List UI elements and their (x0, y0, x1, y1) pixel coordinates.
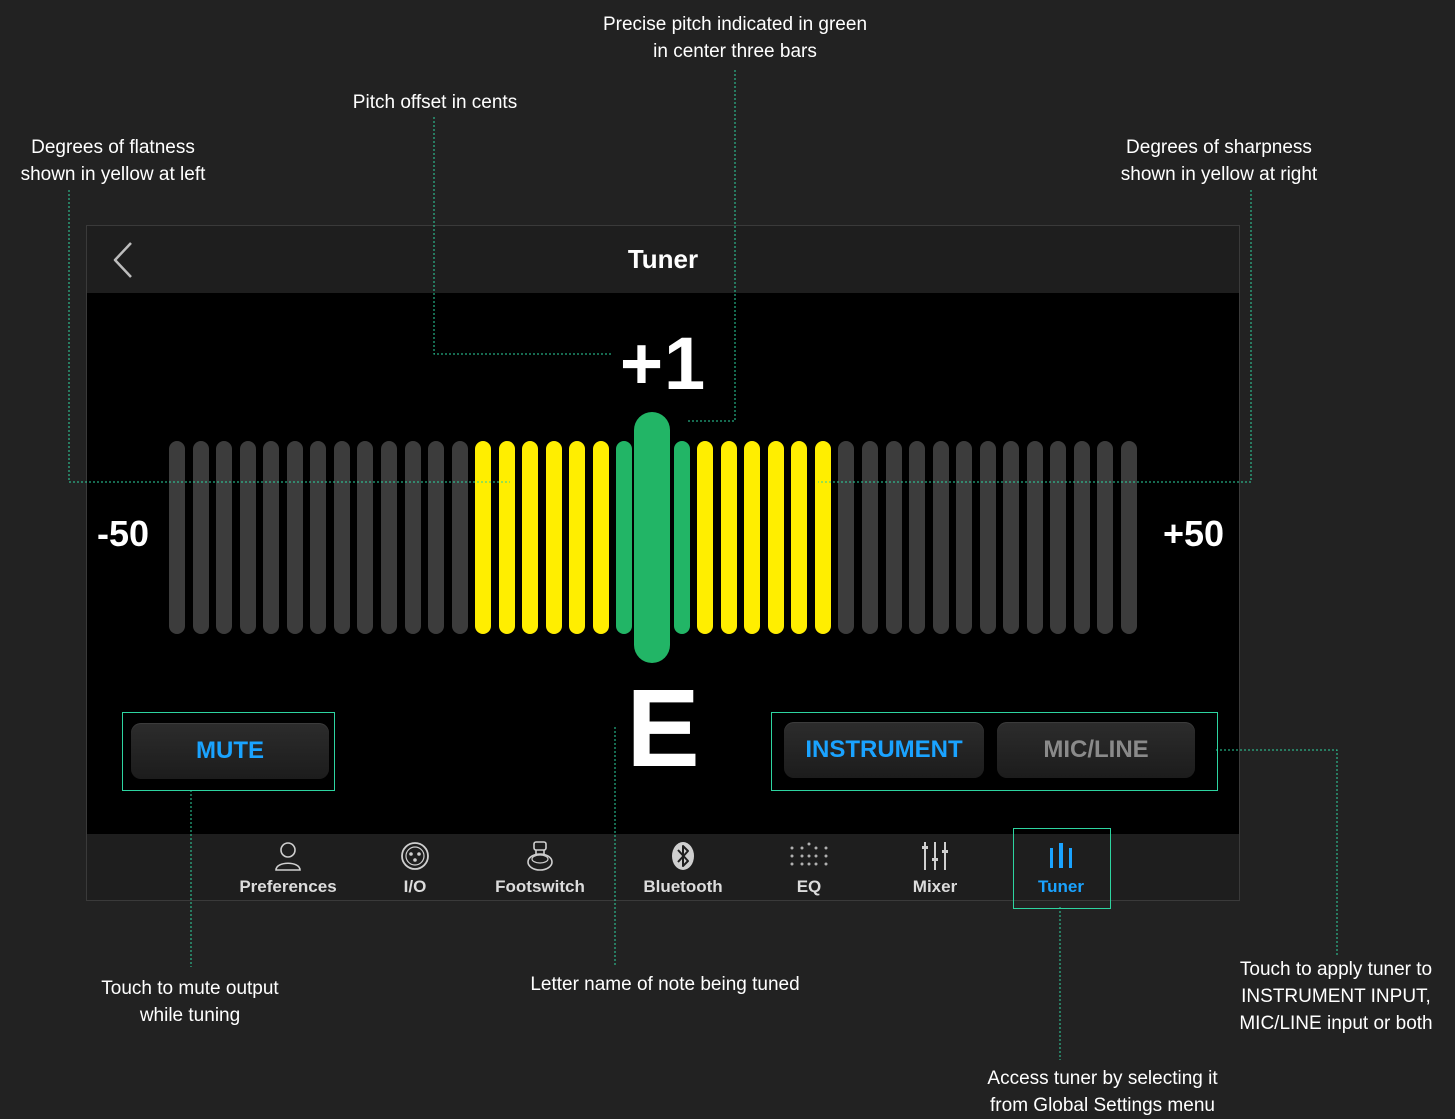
annotation-line: in center three bars (653, 41, 817, 62)
annotation-pitch-offset: Pitch offset in cents (330, 89, 540, 116)
meter-bar (838, 441, 855, 634)
tab-io[interactable]: I/O (375, 834, 455, 900)
meter-bar (885, 441, 902, 634)
note-name: E (626, 667, 700, 790)
mixer-sliders-icon (895, 840, 975, 872)
annotation-line: while tuning (139, 1005, 241, 1026)
annotation-sharpness: Degrees of sharpness shown in yellow at … (1100, 134, 1338, 188)
annotation-line: shown in yellow at left (20, 164, 206, 185)
annotation-flatness: Degrees of flatness shown in yellow at l… (0, 134, 226, 188)
tab-bluetooth[interactable]: Bluetooth (633, 834, 733, 900)
meter-bar (956, 441, 973, 634)
meter-bar-yellow (720, 441, 737, 634)
meter-bar (1026, 441, 1043, 634)
meter-bar (286, 441, 303, 634)
annotation-line: Pitch offset in cents (352, 92, 518, 113)
meter-bar (404, 441, 421, 634)
annotation-line: MIC/LINE input or both (1239, 1013, 1433, 1034)
meter-bar-green (616, 441, 633, 634)
annotation-note-name: Letter name of note being tuned (505, 971, 825, 998)
tab-footswitch[interactable]: Footswitch (489, 834, 591, 900)
tab-eq[interactable]: EQ (769, 834, 849, 900)
meter-bar (239, 441, 256, 634)
meter-bar-yellow (697, 441, 714, 634)
tab-label: Footswitch (495, 877, 585, 896)
meter-bar (310, 441, 327, 634)
annotation-input-select: Touch to apply tuner to INSTRUMENT INPUT… (1218, 956, 1454, 1037)
tab-label: Preferences (239, 877, 337, 896)
annotation-line: Access tuner by selecting it (987, 1068, 1218, 1089)
meter-bar (428, 441, 445, 634)
meter-bar (861, 441, 878, 634)
meter-bar (357, 441, 374, 634)
annotation-line: Touch to mute output (101, 978, 279, 999)
meter-bar (169, 441, 185, 634)
bluetooth-icon (633, 840, 733, 872)
meter-bar-yellow (569, 441, 586, 634)
xlr-connector-icon (375, 840, 455, 872)
meter-bar-green (673, 441, 690, 634)
meter-bar-yellow (498, 441, 515, 634)
annotation-line: Precise pitch indicated in green (602, 14, 868, 35)
meter-bar (1003, 441, 1020, 634)
tab-label: Bluetooth (643, 877, 723, 896)
tuner-screen: Tuner +1 -50 +50 E MUTE INSTRUMENT MIC/L… (87, 226, 1239, 900)
meter-bar (192, 441, 209, 634)
annotation-access: Access tuner by selecting it from Global… (955, 1065, 1250, 1119)
tab-label: Mixer (912, 877, 958, 896)
tuner-tab-callout-box (1013, 828, 1111, 909)
meter-bar-yellow (592, 441, 609, 634)
person-icon (233, 840, 343, 872)
meter-bar (263, 441, 280, 634)
meter-bar (451, 441, 468, 634)
scale-max-label: +50 (1163, 513, 1225, 554)
input-select-callout-box (771, 712, 1218, 791)
meter-bar (333, 441, 350, 634)
annotation-line: Degrees of flatness (31, 137, 195, 158)
meter-bar (1073, 441, 1090, 634)
meter-bar (1097, 441, 1114, 634)
meter-bar-yellow (744, 441, 761, 634)
meter-bar-yellow (791, 441, 808, 634)
annotation-precise-pitch: Precise pitch indicated in green in cent… (560, 11, 910, 65)
annotation-line: Letter name of note being tuned (530, 974, 800, 995)
tuning-meter (87, 226, 1239, 900)
meter-bar-yellow (522, 441, 539, 634)
meter-bar-yellow (545, 441, 562, 634)
annotation-mute: Touch to mute output while tuning (80, 975, 300, 1029)
meter-bar-yellow (475, 441, 492, 634)
meter-bar (1121, 441, 1137, 634)
tab-preferences[interactable]: Preferences (233, 834, 343, 900)
annotation-line: from Global Settings menu (990, 1095, 1215, 1116)
tab-label: I/O (403, 877, 427, 896)
meter-bar-yellow (814, 441, 831, 634)
meter-bar-center (634, 412, 670, 663)
scale-min-label: -50 (97, 513, 150, 554)
annotation-line: Touch to apply tuner to (1239, 959, 1433, 980)
meter-bar (380, 441, 397, 634)
annotation-line: Degrees of sharpness (1126, 137, 1312, 158)
meter-bar (216, 441, 233, 634)
meter-bar (979, 441, 996, 634)
tab-mixer[interactable]: Mixer (895, 834, 975, 900)
meter-bar-yellow (767, 441, 784, 634)
tab-label: EQ (796, 877, 822, 896)
mute-callout-box (122, 712, 335, 791)
eq-dots-icon (769, 840, 849, 872)
meter-bar (909, 441, 926, 634)
meter-bar (932, 441, 949, 634)
annotation-line: shown in yellow at right (1120, 164, 1318, 185)
annotation-line: INSTRUMENT INPUT, (1241, 986, 1431, 1007)
footswitch-icon (489, 840, 591, 872)
meter-bar (1050, 441, 1067, 634)
